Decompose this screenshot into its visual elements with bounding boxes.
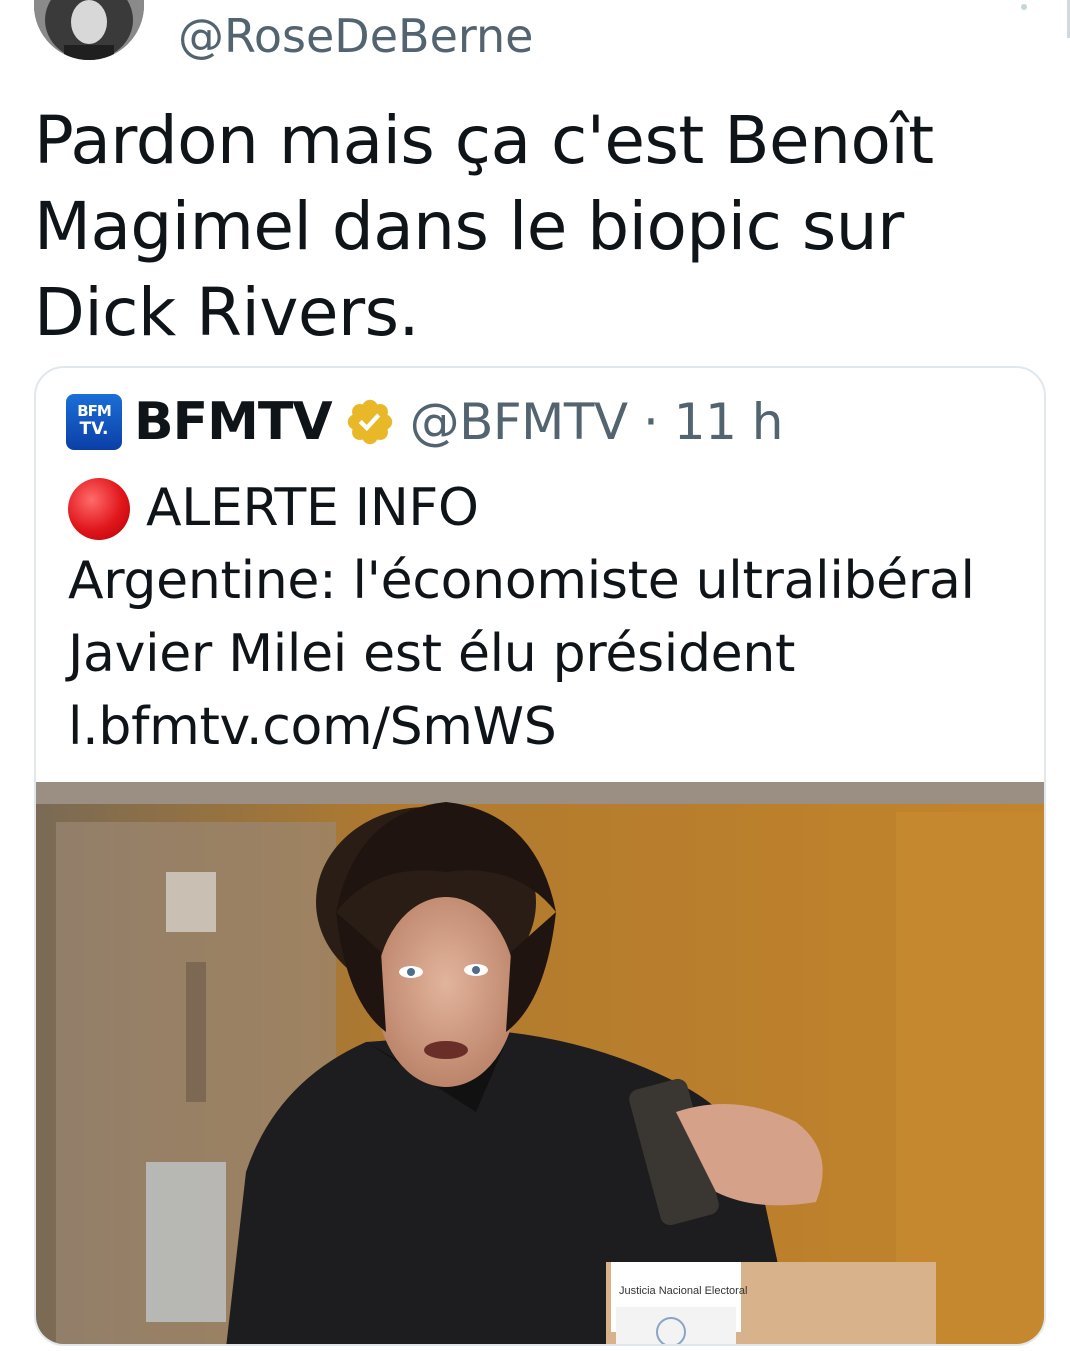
more-options-icon[interactable] — [1021, 4, 1027, 10]
separator: · — [627, 393, 674, 451]
quoted-display-name[interactable]: BFMTV — [134, 392, 333, 452]
alert-label: ALERTE INFO — [146, 478, 479, 538]
news-photo[interactable]: Justicia Nacional Electoral — [36, 782, 1046, 1346]
quoted-tweet-card[interactable]: BFM TV. BFMTV @BFMTV · 11 h ALERTE INFO … — [34, 366, 1046, 1346]
logo-text-line2: TV. — [79, 419, 109, 439]
author-handle[interactable]: @RoseDeBerne — [178, 6, 533, 66]
quoted-handle[interactable]: @BFMTV — [410, 393, 628, 451]
alert-line: ALERTE INFO — [68, 472, 1028, 545]
avatar[interactable] — [34, 0, 144, 60]
tweet-text: Pardon mais ça c'est Benoît Magimel dans… — [34, 102, 934, 351]
logo-text-line1: BFM — [77, 402, 112, 420]
ballot-box-label: Justicia Nacional Electoral — [619, 1285, 747, 1297]
quoted-tweet-link[interactable]: l.bfmtv.com/SmWS — [68, 691, 1028, 764]
verified-badge-icon — [347, 399, 392, 445]
quoted-tweet-body: ALERTE INFO Argentine: l'économiste ultr… — [68, 472, 1028, 764]
bfmtv-logo-icon[interactable]: BFM TV. — [66, 394, 122, 450]
avatar-image — [34, 0, 144, 60]
quoted-tweet-header: BFM TV. BFMTV @BFMTV · 11 h — [66, 392, 783, 452]
timestamp[interactable]: 11 h — [674, 393, 784, 451]
red-circle-icon — [68, 477, 130, 540]
quoted-tweet-text: Argentine: l'économiste ultralibéral Jav… — [68, 551, 975, 684]
